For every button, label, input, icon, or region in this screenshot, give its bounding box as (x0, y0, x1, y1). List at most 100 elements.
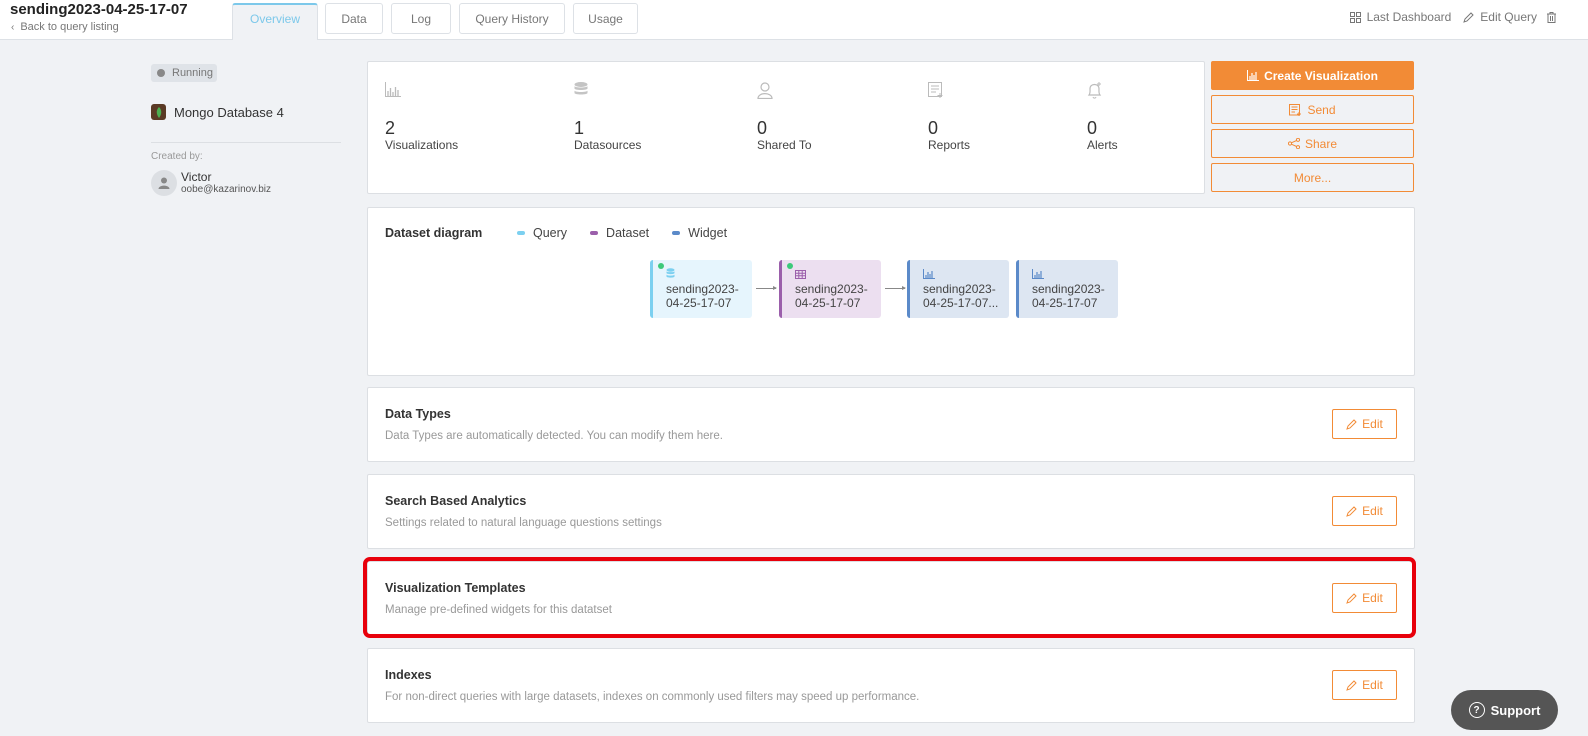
dataset-diagram-card: Dataset diagram Query Dataset Widget sen… (367, 207, 1415, 376)
edit-search-based-analytics-button[interactable]: Edit (1332, 496, 1397, 526)
creator-info: Victor oobe@kazarinov.biz (151, 170, 271, 196)
bar-chart-icon (923, 269, 935, 279)
diagram-node-widget[interactable]: sending2023- 04-25-17-07... (907, 260, 1009, 318)
top-bar: sending2023-04-25-17-07 ‹ Back to query l… (0, 0, 1588, 40)
edit-data-types-button[interactable]: Edit (1332, 409, 1397, 439)
datasource-link[interactable]: Mongo Database 4 (151, 104, 284, 120)
trash-icon (1547, 11, 1556, 23)
edit-query-button[interactable]: Edit Query (1463, 10, 1537, 24)
tab-data[interactable]: Data (325, 3, 383, 34)
action-buttons: Create Visualization Send Share More... (1211, 61, 1414, 197)
bar-chart-icon (1032, 269, 1044, 279)
stats-card: 2 Visualizations 1 Datasources 0 Shared … (367, 61, 1205, 194)
bell-icon (1087, 82, 1102, 99)
share-button[interactable]: Share (1211, 129, 1414, 158)
setting-title: Search Based Analytics (385, 494, 527, 508)
setting-description: Manage pre-defined widgets for this data… (385, 604, 612, 616)
setting-card-search-based-analytics: Search Based Analytics Settings related … (367, 474, 1415, 549)
tab-log[interactable]: Log (391, 3, 451, 34)
status-dot-icon (157, 69, 165, 77)
diagram-node-dataset[interactable]: sending2023- 04-25-17-07 (779, 260, 881, 318)
tab-overview[interactable]: Overview (232, 3, 318, 40)
user-silhouette-icon (158, 177, 170, 189)
stat-shared-to[interactable]: 0 Shared To (757, 82, 812, 152)
delete-query-button[interactable] (1547, 11, 1562, 23)
stat-label: Datasources (574, 138, 642, 152)
stat-value: 2 (385, 118, 396, 138)
legend-swatch (672, 231, 681, 235)
legend-swatch (590, 231, 599, 235)
report-icon (928, 82, 943, 98)
stat-alerts[interactable]: 0 Alerts (1087, 82, 1118, 152)
sidebar-divider (151, 142, 341, 143)
pencil-icon (1346, 592, 1357, 604)
datasource-name: Mongo Database 4 (174, 104, 284, 120)
edit-query-label: Edit Query (1480, 10, 1537, 24)
support-button[interactable]: ? Support (1451, 690, 1558, 730)
setting-card-indexes: Indexes For non-direct queries with larg… (367, 648, 1415, 723)
stat-reports[interactable]: 0 Reports (928, 82, 970, 152)
more-button[interactable]: More... (1211, 163, 1414, 192)
legend-item-widget: Widget (672, 226, 727, 240)
create-visualization-button[interactable]: Create Visualization (1211, 61, 1414, 90)
setting-title: Data Types (385, 407, 451, 421)
stat-datasources[interactable]: 1 Datasources (574, 82, 641, 152)
node-label-line2: 04-25-17-07... (923, 296, 999, 310)
last-dashboard-button[interactable]: Last Dashboard (1349, 10, 1452, 24)
node-label-line2: 04-25-17-07 (795, 296, 861, 310)
diagram-arrow (756, 286, 777, 290)
table-icon (795, 270, 806, 279)
avatar (151, 170, 177, 196)
page-title: sending2023-04-25-17-07 (10, 1, 188, 18)
status-label: Running (172, 67, 213, 79)
stat-label: Visualizations (385, 138, 459, 152)
share-icon (1287, 138, 1300, 149)
pencil-icon (1346, 679, 1357, 691)
send-button[interactable]: Send (1211, 95, 1414, 124)
legend-label: Query (533, 226, 568, 240)
node-label-line1: sending2023- (923, 282, 996, 296)
setting-card-data-types: Data Types Data Types are automatically … (367, 387, 1415, 462)
status-dot-icon (787, 263, 793, 269)
stat-value: 0 (757, 118, 768, 138)
legend-label: Dataset (606, 226, 650, 240)
setting-title: Indexes (385, 668, 432, 682)
setting-description: For non-direct queries with large datase… (385, 691, 920, 703)
create-visualization-label: Create Visualization (1264, 68, 1378, 83)
setting-description: Settings related to natural language que… (385, 517, 662, 529)
stat-visualizations[interactable]: 2 Visualizations (385, 82, 458, 152)
status-dot-icon (658, 263, 664, 269)
help-circle-icon: ? (1468, 702, 1485, 718)
legend-label: Widget (688, 226, 728, 240)
bar-chart-icon (1247, 70, 1260, 81)
edit-indexes-button[interactable]: Edit (1332, 670, 1397, 700)
last-dashboard-label: Last Dashboard (1366, 10, 1452, 24)
diagram-arrow (885, 286, 906, 290)
tab-bar: Overview Data Log Query History Usage (232, 3, 646, 41)
edit-label: Edit (1362, 591, 1383, 605)
back-to-query-listing-link[interactable]: ‹ Back to query listing (11, 21, 119, 33)
database-icon (666, 268, 675, 278)
bar-chart-icon (385, 82, 401, 97)
tab-usage[interactable]: Usage (573, 3, 638, 34)
support-label: Support (1490, 702, 1541, 718)
diagram-node-widget[interactable]: sending2023- 04-25-17-07 (1016, 260, 1118, 318)
diagram-legend: Query Dataset Widget (517, 226, 750, 240)
diagram-title: Dataset diagram (385, 226, 483, 240)
setting-card-visualization-templates: Visualization Templates Manage pre-defin… (367, 561, 1415, 636)
stat-label: Alerts (1087, 138, 1118, 152)
created-by-label: Created by: (151, 151, 203, 162)
diagram-node-query[interactable]: sending2023- 04-25-17-07 (650, 260, 752, 318)
tab-query-history[interactable]: Query History (459, 3, 565, 34)
node-label-line1: sending2023- (795, 282, 868, 296)
creator-email: oobe@kazarinov.biz (181, 184, 272, 195)
edit-label: Edit (1362, 678, 1383, 692)
edit-label: Edit (1362, 417, 1383, 431)
mongodb-leaf-icon (151, 104, 166, 120)
send-label: Send (1307, 102, 1336, 117)
setting-description: Data Types are automatically detected. Y… (385, 430, 723, 442)
edit-visualization-templates-button[interactable]: Edit (1332, 583, 1397, 613)
creator-name: Victor (181, 170, 212, 184)
pencil-icon (1346, 418, 1357, 430)
share-label: Share (1304, 136, 1338, 151)
